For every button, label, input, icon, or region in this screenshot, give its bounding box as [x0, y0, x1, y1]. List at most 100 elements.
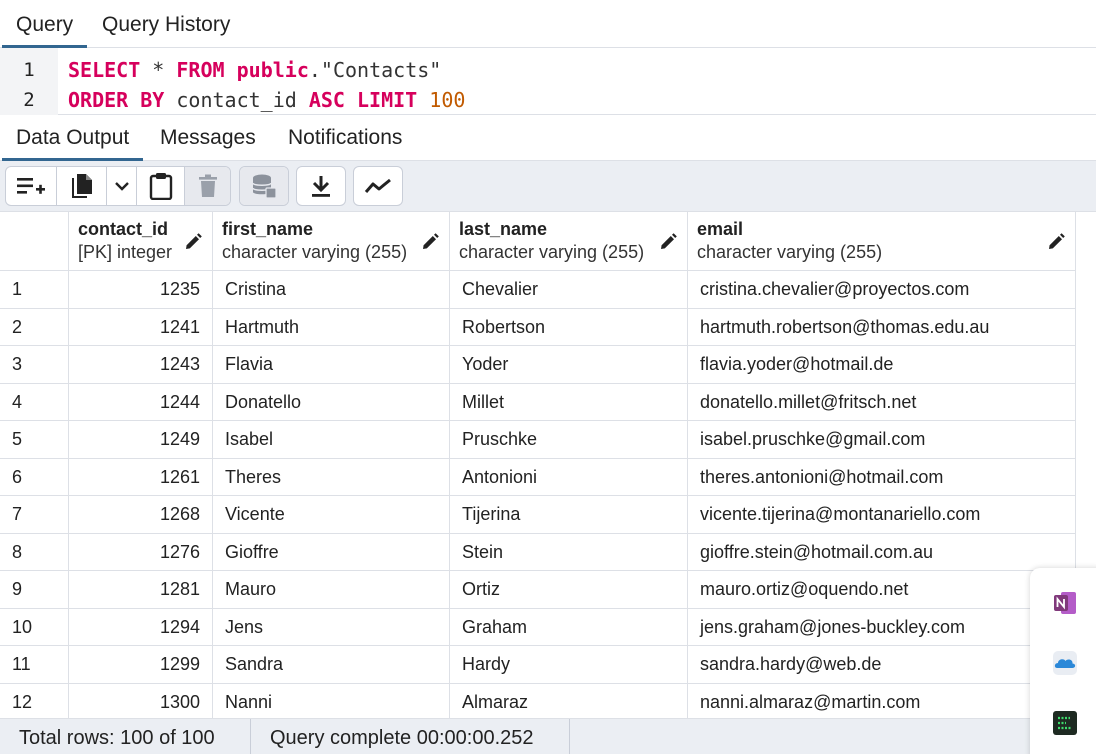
- contact-id-cell[interactable]: 1241: [69, 308, 213, 346]
- first-name-cell[interactable]: Mauro: [213, 571, 450, 609]
- first-name-cell[interactable]: Flavia: [213, 346, 450, 384]
- row-number-cell[interactable]: 7: [0, 496, 69, 534]
- row-number-cell[interactable]: 5: [0, 421, 69, 459]
- contact-id-cell[interactable]: 1268: [69, 496, 213, 534]
- row-number-cell[interactable]: 2: [0, 308, 69, 346]
- table-row[interactable]: 3 1243 Flavia Yoder flavia.yoder@hotmail.de: [0, 346, 1076, 384]
- email-cell[interactable]: theres.antonioni@hotmail.com: [688, 458, 1076, 496]
- last-name-cell[interactable]: Hardy: [450, 646, 688, 684]
- first-name-cell[interactable]: Sandra: [213, 646, 450, 684]
- terminal-app-icon[interactable]: [1052, 710, 1078, 736]
- contact-id-cell[interactable]: 1299: [69, 646, 213, 684]
- row-number-cell[interactable]: 8: [0, 533, 69, 571]
- row-number-cell[interactable]: 12: [0, 683, 69, 718]
- first-name-cell[interactable]: Theres: [213, 458, 450, 496]
- table-row[interactable]: 8 1276 Gioffre Stein gioffre.stein@hotmail.c…: [0, 533, 1076, 571]
- tab-messages[interactable]: Messages: [160, 115, 256, 161]
- table-row[interactable]: 10 1294 Jens Graham jens.graham@jones-buckle…: [0, 608, 1076, 646]
- email-cell[interactable]: jens.graham@jones-buckley.com: [688, 608, 1076, 646]
- row-number-cell[interactable]: 3: [0, 346, 69, 384]
- edit-pencil-icon[interactable]: [1047, 233, 1065, 251]
- email-cell[interactable]: vicente.tijerina@montanariello.com: [688, 496, 1076, 534]
- tab-data-output[interactable]: Data Output: [1, 115, 144, 162]
- email-cell[interactable]: donatello.millet@fritsch.net: [688, 383, 1076, 421]
- tab-query-history[interactable]: Query History: [102, 0, 230, 48]
- first-name-cell[interactable]: Donatello: [213, 383, 450, 421]
- first-name-cell[interactable]: Cristina: [213, 271, 450, 309]
- last-name-cell[interactable]: Ortiz: [450, 571, 688, 609]
- last-name-cell[interactable]: Yoder: [450, 346, 688, 384]
- table-row[interactable]: 11 1299 Sandra Hardy sandra.hardy@web.de: [0, 646, 1076, 684]
- email-cell[interactable]: isabel.pruschke@gmail.com: [688, 421, 1076, 459]
- copy-button[interactable]: [56, 167, 106, 205]
- table-row[interactable]: 1 1235 Cristina Chevalier cristina.chevalier…: [0, 271, 1076, 309]
- contact-id-cell[interactable]: 1249: [69, 421, 213, 459]
- row-number-cell[interactable]: 1: [0, 271, 69, 309]
- onenote-icon[interactable]: [1052, 590, 1078, 616]
- edit-pencil-icon[interactable]: [659, 233, 677, 251]
- last-name-cell[interactable]: Antonioni: [450, 458, 688, 496]
- row-number-cell[interactable]: 9: [0, 571, 69, 609]
- sql-editor[interactable]: 1 2 SELECT * FROM public."Contacts" ORDE…: [0, 48, 1096, 115]
- code-line-1[interactable]: SELECT * FROM public."Contacts": [68, 58, 441, 82]
- table-row[interactable]: 5 1249 Isabel Pruschke isabel.pruschke@gmail…: [0, 421, 1076, 459]
- delete-button[interactable]: [184, 167, 230, 205]
- row-number-cell[interactable]: 10: [0, 608, 69, 646]
- email-cell[interactable]: nanni.almaraz@martin.com: [688, 683, 1076, 718]
- contact-id-cell[interactable]: 1276: [69, 533, 213, 571]
- tab-notifications[interactable]: Notifications: [288, 115, 402, 161]
- email-cell[interactable]: flavia.yoder@hotmail.de: [688, 346, 1076, 384]
- contact-id-cell[interactable]: 1243: [69, 346, 213, 384]
- column-header-first-name[interactable]: first_name character varying (255): [213, 212, 450, 271]
- contact-id-cell[interactable]: 1244: [69, 383, 213, 421]
- first-name-cell[interactable]: Isabel: [213, 421, 450, 459]
- contact-id-cell[interactable]: 1300: [69, 683, 213, 718]
- table-row[interactable]: 4 1244 Donatello Millet donatello.millet@fri…: [0, 383, 1076, 421]
- table-row[interactable]: 6 1261 Theres Antonioni theres.antonioni@hot…: [0, 458, 1076, 496]
- first-name-cell[interactable]: Vicente: [213, 496, 450, 534]
- add-row-button[interactable]: [6, 167, 56, 205]
- first-name-cell[interactable]: Hartmuth: [213, 308, 450, 346]
- column-header-contact-id[interactable]: contact_id [PK] integer: [69, 212, 213, 271]
- contact-id-cell[interactable]: 1261: [69, 458, 213, 496]
- last-name-cell[interactable]: Graham: [450, 608, 688, 646]
- row-number-cell[interactable]: 6: [0, 458, 69, 496]
- email-cell[interactable]: cristina.chevalier@proyectos.com: [688, 271, 1076, 309]
- email-cell[interactable]: sandra.hardy@web.de: [688, 646, 1076, 684]
- column-header-last-name[interactable]: last_name character varying (255): [450, 212, 688, 271]
- edit-pencil-icon[interactable]: [184, 233, 202, 251]
- contact-id-cell[interactable]: 1235: [69, 271, 213, 309]
- first-name-cell[interactable]: Gioffre: [213, 533, 450, 571]
- contact-id-cell[interactable]: 1294: [69, 608, 213, 646]
- last-name-cell[interactable]: Stein: [450, 533, 688, 571]
- first-name-cell[interactable]: Nanni: [213, 683, 450, 718]
- onedrive-icon[interactable]: [1052, 650, 1078, 676]
- first-name-cell[interactable]: Jens: [213, 608, 450, 646]
- download-button[interactable]: [297, 167, 345, 205]
- edit-pencil-icon[interactable]: [421, 233, 439, 251]
- row-number-cell[interactable]: 4: [0, 383, 69, 421]
- data-grid[interactable]: contact_id [PK] integer first_name chara…: [0, 212, 1076, 718]
- last-name-cell[interactable]: Chevalier: [450, 271, 688, 309]
- graph-visualiser-button[interactable]: [354, 167, 402, 205]
- table-row[interactable]: 2 1241 Hartmuth Robertson hartmuth.robertson…: [0, 308, 1076, 346]
- last-name-cell[interactable]: Almaraz: [450, 683, 688, 718]
- row-number-cell[interactable]: 11: [0, 646, 69, 684]
- email-cell[interactable]: mauro.ortiz@oquendo.net: [688, 571, 1076, 609]
- column-header-email[interactable]: email character varying (255): [688, 212, 1076, 271]
- table-row[interactable]: 12 1300 Nanni Almaraz nanni.almaraz@martin.c…: [0, 683, 1076, 718]
- last-name-cell[interactable]: Pruschke: [450, 421, 688, 459]
- last-name-cell[interactable]: Robertson: [450, 308, 688, 346]
- save-data-button[interactable]: [240, 167, 288, 205]
- email-cell[interactable]: hartmuth.robertson@thomas.edu.au: [688, 308, 1076, 346]
- last-name-cell[interactable]: Millet: [450, 383, 688, 421]
- table-row[interactable]: 7 1268 Vicente Tijerina vicente.tijerina@mon…: [0, 496, 1076, 534]
- contact-id-cell[interactable]: 1281: [69, 571, 213, 609]
- email-cell[interactable]: gioffre.stein@hotmail.com.au: [688, 533, 1076, 571]
- table-row[interactable]: 9 1281 Mauro Ortiz mauro.ortiz@oquendo.net: [0, 571, 1076, 609]
- code-line-2[interactable]: ORDER BY contact_id ASC LIMIT 100: [68, 88, 465, 112]
- copy-options-dropdown[interactable]: [106, 167, 136, 205]
- tab-query[interactable]: Query: [1, 0, 88, 49]
- last-name-cell[interactable]: Tijerina: [450, 496, 688, 534]
- paste-button[interactable]: [136, 167, 184, 205]
